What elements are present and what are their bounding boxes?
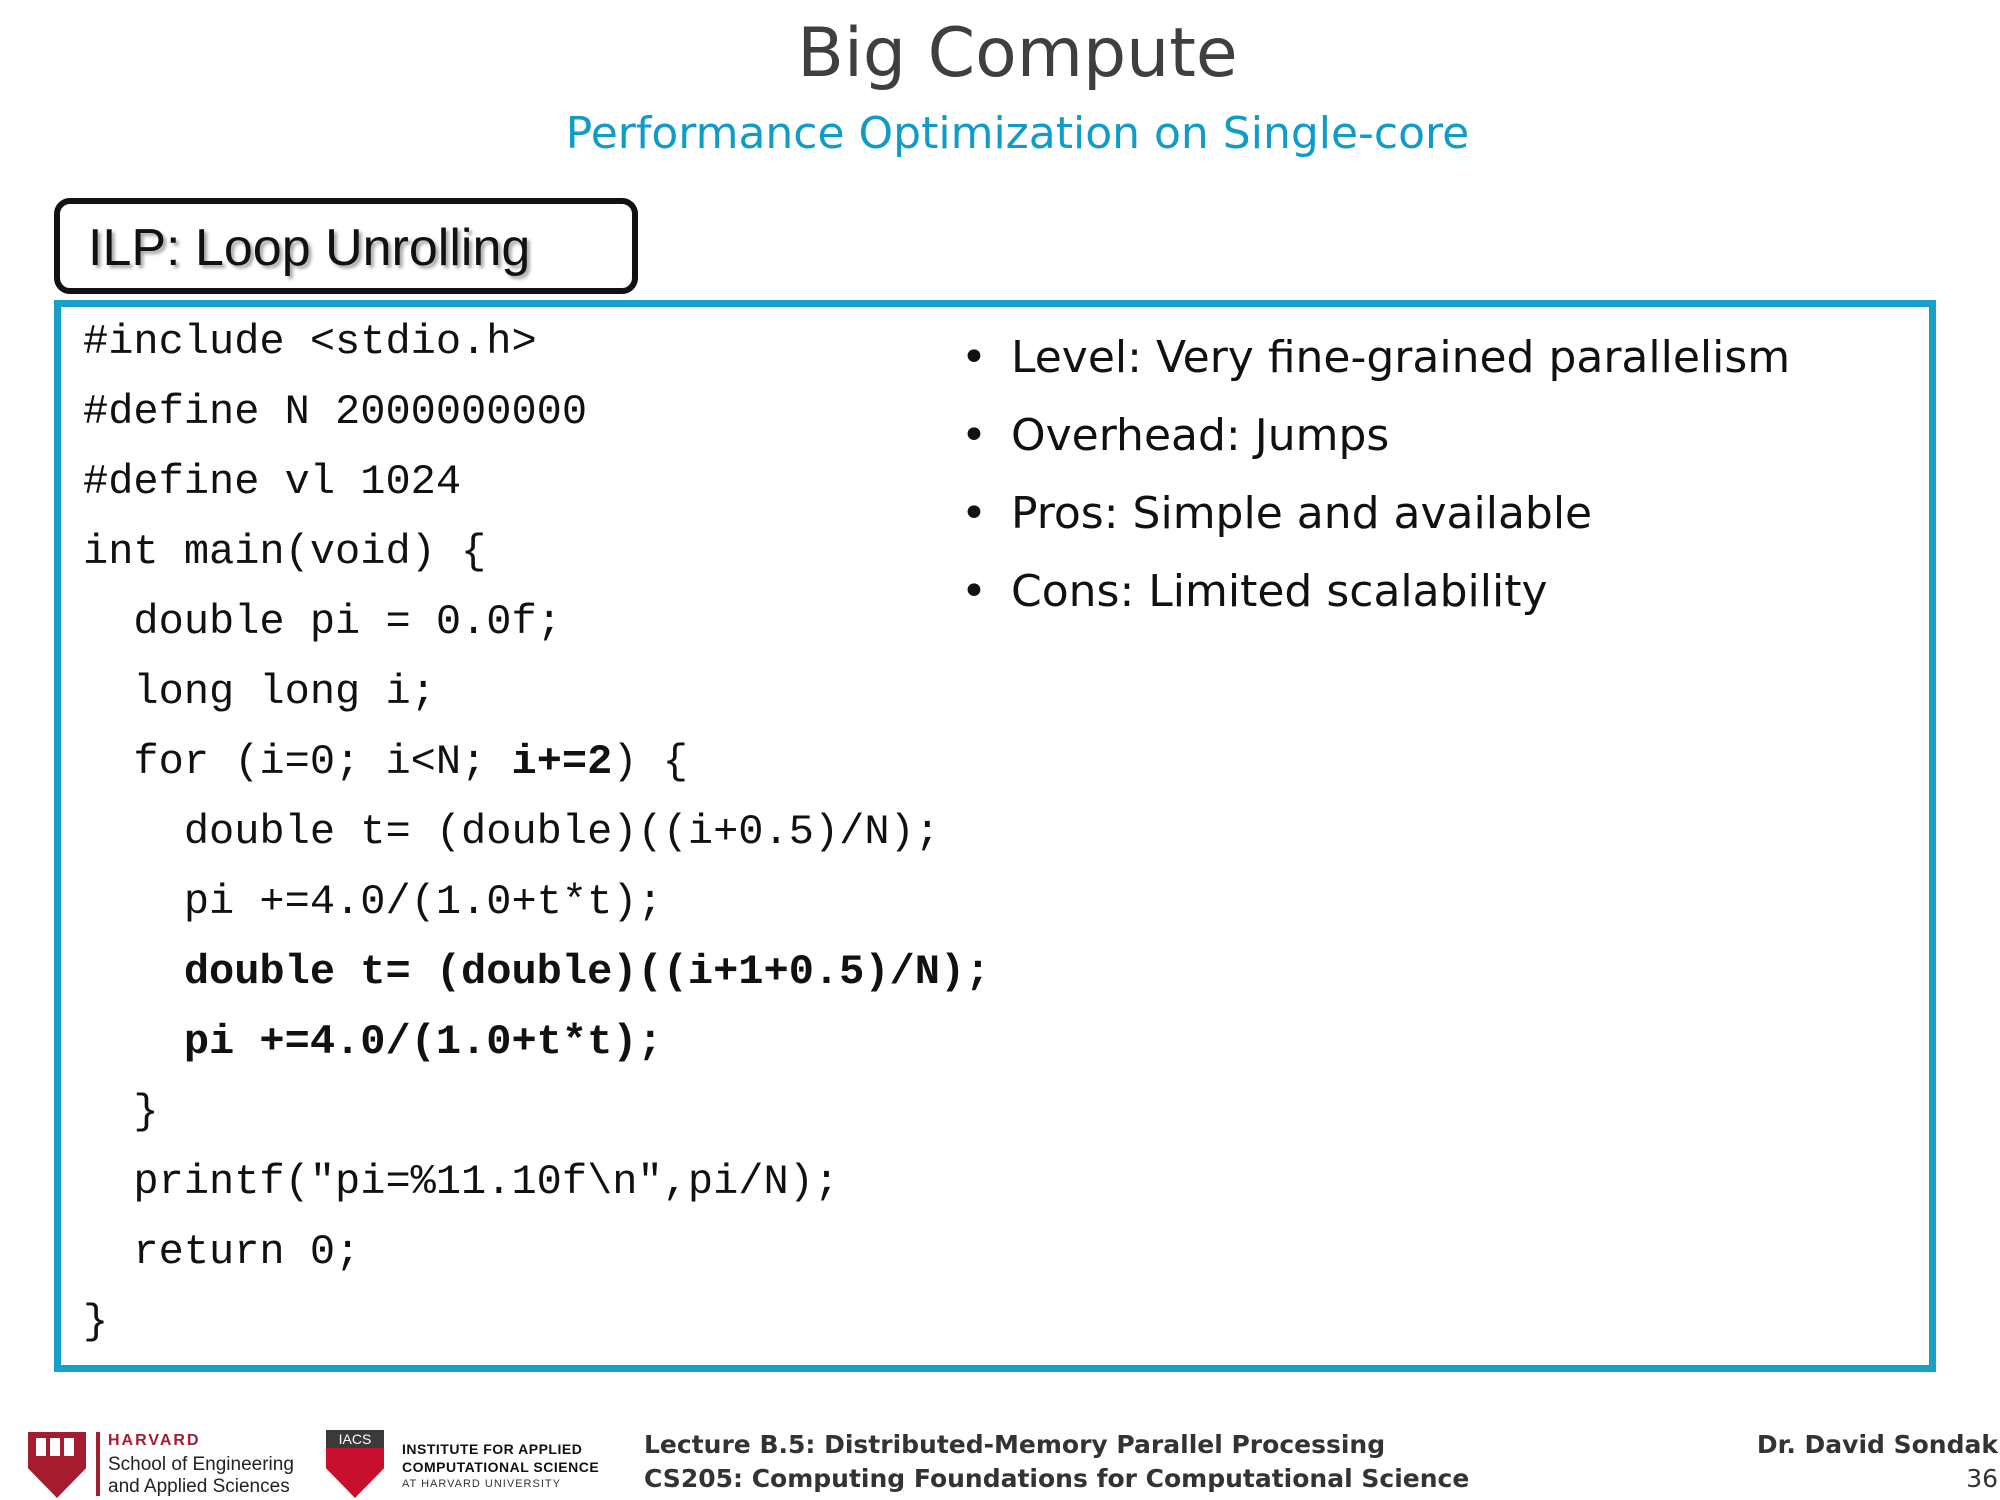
code-line: } [83, 1088, 159, 1136]
code-line: } [83, 1298, 109, 1346]
author-info: Dr. David Sondak 36 [1698, 1428, 2000, 1496]
section-label: ILP: Loop Unrolling [88, 219, 531, 277]
seas-line: School of Engineering [108, 1454, 294, 1475]
harvard-wordmark: HARVARD [108, 1432, 201, 1449]
bullet-list: Level: Very fine-grained parallelism Ove… [961, 327, 1790, 639]
bullet-item: Cons: Limited scalability [961, 561, 1790, 639]
iacs-name: INSTITUTE FOR APPLIED COMPUTATIONAL SCIE… [402, 1440, 599, 1492]
bullet-item: Overhead: Jumps [961, 405, 1790, 483]
iacs-line: AT HARVARD UNIVERSITY [402, 1478, 561, 1490]
code-line: double t= (double)((i+0.5)/N); [83, 808, 940, 856]
seas-name: School of Engineering and Applied Scienc… [108, 1454, 328, 1498]
iacs-line: INSTITUTE FOR APPLIED [402, 1441, 583, 1457]
iacs-line: COMPUTATIONAL SCIENCE [402, 1459, 600, 1475]
section-label-box: ILP: Loop Unrolling [54, 198, 638, 294]
code-block: #include <stdio.h> #define N 2000000000 … [83, 307, 990, 1357]
code-segment-bold: i+=2 [511, 738, 613, 786]
slide-title: Big Compute [797, 14, 1238, 93]
seas-line: and Applied Sciences [108, 1476, 290, 1497]
bullet-item: Pros: Simple and available [961, 483, 1790, 561]
code-line: #define vl 1024 [83, 458, 462, 506]
slide-subtitle: Performance Optimization on Single-core [565, 108, 1470, 159]
page-number: 36 [1966, 1464, 1998, 1493]
code-line: #include <stdio.h> [83, 318, 537, 366]
code-line-unrolled: pi +=4.0/(1.0+t*t); [83, 1018, 663, 1066]
author-name: Dr. David Sondak [1756, 1430, 1998, 1459]
code-line: pi +=4.0/(1.0+t*t); [83, 878, 663, 926]
code-line-for: for (i=0; i<N; i+=2) { [83, 727, 990, 797]
code-line-unrolled: double t= (double)((i+1+0.5)/N); [83, 948, 991, 996]
harvard-shield-icon [28, 1432, 86, 1498]
lecture-info: Lecture B.5: Distributed-Memory Parallel… [644, 1428, 1469, 1496]
content-box: #include <stdio.h> #define N 2000000000 … [54, 300, 1936, 1372]
iacs-tag: IACS [326, 1430, 384, 1448]
code-line: printf("pi=%11.10f\n",pi/N); [83, 1158, 840, 1206]
bullet-item: Level: Very fine-grained parallelism [961, 327, 1790, 405]
lecture-title: Lecture B.5: Distributed-Memory Parallel… [644, 1430, 1386, 1459]
code-segment: for (i=0; i<N; [83, 738, 512, 786]
footer: HARVARD School of Engineering and Applie… [0, 1420, 2000, 1500]
code-line: long long i; [83, 668, 436, 716]
code-segment: ) { [612, 738, 688, 786]
course-title: CS205: Computing Foundations for Computa… [644, 1464, 1470, 1493]
code-line: #define N 2000000000 [83, 388, 588, 436]
code-line: return 0; [83, 1228, 361, 1276]
divider [96, 1432, 100, 1496]
code-line: double pi = 0.0f; [83, 598, 562, 646]
code-line: int main(void) { [83, 528, 487, 576]
